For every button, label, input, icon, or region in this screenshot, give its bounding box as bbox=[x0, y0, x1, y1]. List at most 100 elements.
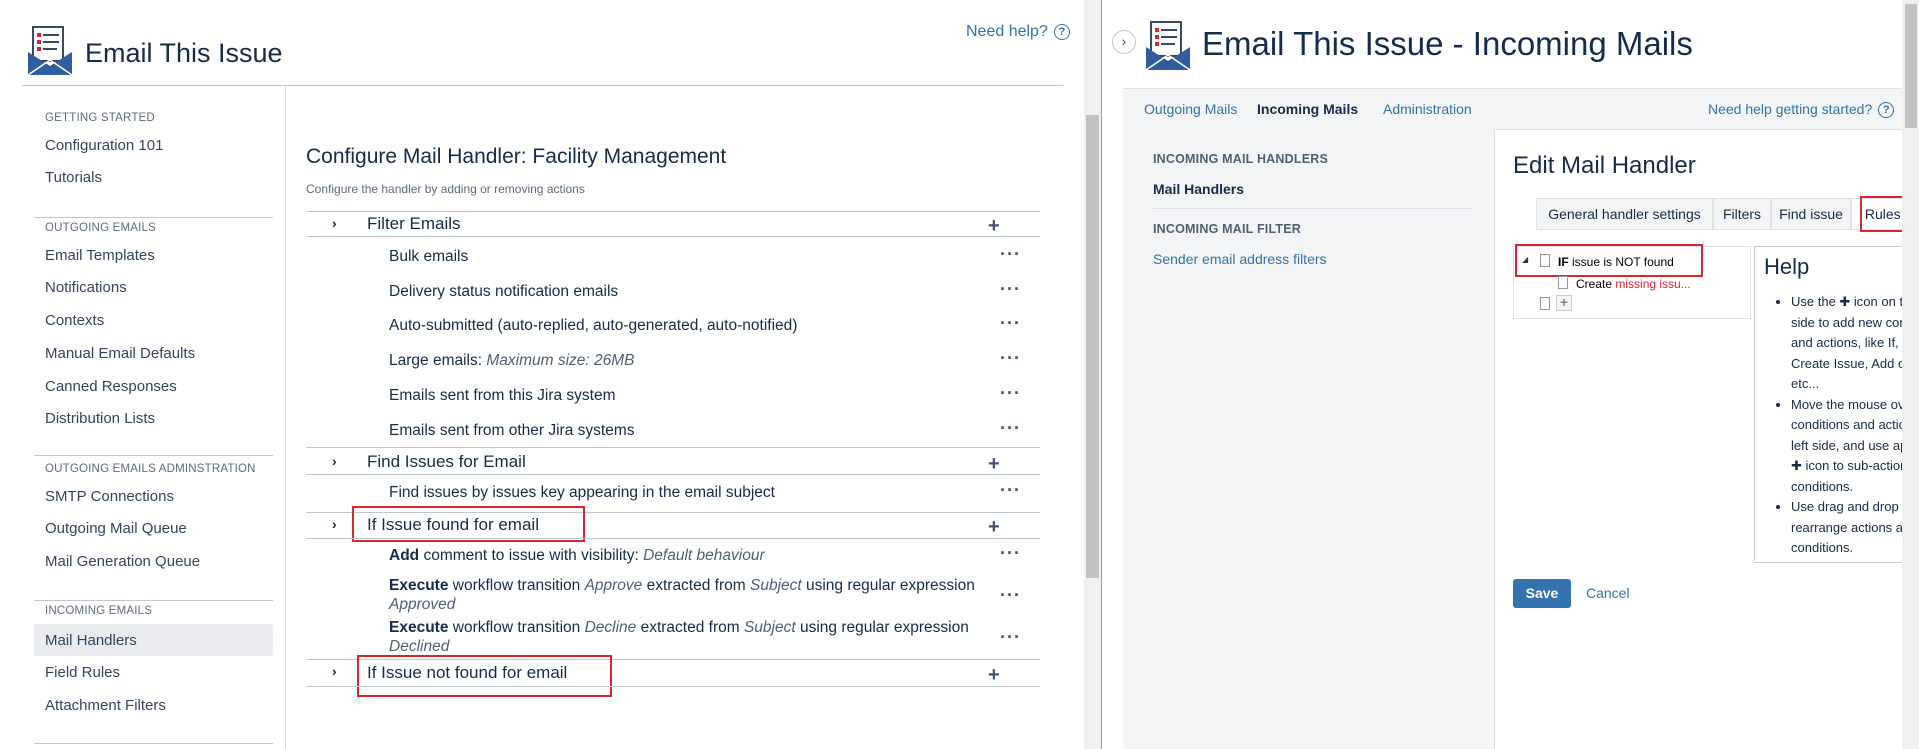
plus-icon[interactable]: + bbox=[988, 665, 1000, 685]
side-item-mail-handlers[interactable]: Mail Handlers bbox=[1153, 181, 1244, 197]
sidebar-item-smtp-connections[interactable]: SMTP Connections bbox=[45, 488, 174, 505]
need-help-label: Need help? bbox=[966, 23, 1048, 40]
collapse-chevron-icon[interactable]: › bbox=[1112, 30, 1136, 54]
document-icon bbox=[1558, 276, 1568, 289]
need-help-link[interactable]: Need help?? bbox=[966, 23, 1070, 41]
list-item: Add comment to issue with visibility: De… bbox=[389, 547, 765, 565]
action-missing: missing issu... bbox=[1615, 277, 1691, 291]
sidebar-item-outgoing-mail-queue[interactable]: Outgoing Mail Queue bbox=[45, 520, 187, 537]
action-text: using regular expression bbox=[795, 619, 969, 636]
help-list: Use the ✚ icon on the left side to add n… bbox=[1773, 292, 1919, 559]
more-dots-icon[interactable]: ··· bbox=[1000, 314, 1021, 332]
group-divider bbox=[306, 211, 1040, 212]
help-item: Use the ✚ icon on the left side to add n… bbox=[1791, 292, 1919, 395]
group-title-filter-emails: Filter Emails bbox=[367, 214, 461, 233]
group-title-if-issue-not-found: If Issue not found for email bbox=[367, 663, 568, 682]
edit-title: Edit Mail Handler bbox=[1513, 152, 1696, 179]
more-dots-icon[interactable]: ··· bbox=[1000, 586, 1021, 604]
more-dots-icon[interactable]: ··· bbox=[1000, 280, 1021, 298]
save-button[interactable]: Save bbox=[1513, 579, 1571, 608]
plus-icon[interactable]: + bbox=[988, 454, 1000, 474]
sidebar-item-canned-responses[interactable]: Canned Responses bbox=[45, 378, 177, 395]
row-label: Large emails: bbox=[389, 352, 483, 369]
group-divider bbox=[306, 447, 1040, 448]
tab-find-issue[interactable]: Find issue bbox=[1771, 198, 1851, 230]
more-dots-icon[interactable]: ··· bbox=[1000, 544, 1021, 562]
plus-icon[interactable]: + bbox=[988, 216, 1000, 236]
sidebar-divider bbox=[285, 86, 286, 749]
more-dots-icon[interactable]: ··· bbox=[1000, 419, 1021, 437]
action-value: Approve bbox=[584, 577, 643, 594]
more-dots-icon[interactable]: ··· bbox=[1000, 481, 1021, 499]
sidebar-item-attachment-filters[interactable]: Attachment Filters bbox=[45, 697, 166, 714]
sidebar-heading: GETTING STARTED bbox=[45, 112, 155, 124]
action-value: Subject bbox=[743, 619, 796, 636]
side-heading: INCOMING MAIL FILTER bbox=[1153, 222, 1301, 236]
sidebar-item-notifications[interactable]: Notifications bbox=[45, 279, 127, 296]
help-title: Help bbox=[1764, 254, 1810, 279]
tab-general-handler-settings[interactable]: General handler settings bbox=[1536, 198, 1713, 230]
tree-toggle-icon[interactable]: ◢ bbox=[1522, 255, 1528, 264]
sidebar-item-mail-generation-queue[interactable]: Mail Generation Queue bbox=[45, 553, 200, 570]
list-item: Execute workflow transition Decline extr… bbox=[389, 618, 979, 656]
side-separator bbox=[1153, 208, 1473, 209]
sidebar-item-distribution-lists[interactable]: Distribution Lists bbox=[45, 410, 155, 427]
config-subtitle: Configure the handler by adding or remov… bbox=[306, 182, 585, 196]
help-getting-started-link[interactable]: Need help getting started?? bbox=[1708, 101, 1895, 118]
scrollbar-thumb[interactable] bbox=[1086, 115, 1099, 578]
sidebar-separator bbox=[34, 743, 273, 744]
email-issue-logo-icon bbox=[1145, 21, 1191, 71]
list-item: Large emails: Maximum size: 26MB bbox=[389, 352, 635, 370]
chevron-right-icon[interactable]: › bbox=[332, 453, 337, 469]
help-circle-icon: ? bbox=[1878, 102, 1895, 118]
action-text: extracted from bbox=[636, 619, 744, 636]
document-icon bbox=[1540, 254, 1550, 267]
group-divider bbox=[306, 538, 1040, 539]
more-dots-icon[interactable]: ··· bbox=[1000, 384, 1021, 402]
chevron-right-icon[interactable]: › bbox=[332, 663, 337, 679]
more-dots-icon[interactable]: ··· bbox=[1000, 628, 1021, 646]
tab-incoming-mails[interactable]: Incoming Mails bbox=[1257, 101, 1358, 117]
plus-icon[interactable]: + bbox=[1556, 295, 1572, 311]
help-circle-icon: ? bbox=[1053, 24, 1070, 40]
sidebar-heading: OUTGOING EMAILS ADMINSTRATION bbox=[45, 463, 256, 475]
tree-action[interactable]: Create missing issu... bbox=[1576, 277, 1691, 291]
sidebar-item-tutorials[interactable]: Tutorials bbox=[45, 169, 102, 186]
tree-condition[interactable]: IF issue is NOT found bbox=[1558, 255, 1674, 269]
tab-administration[interactable]: Administration bbox=[1383, 101, 1472, 117]
app-title: Email This Issue bbox=[85, 38, 283, 68]
tab-filters[interactable]: Filters bbox=[1713, 198, 1771, 230]
document-icon bbox=[1540, 297, 1550, 310]
help-started-label: Need help getting started? bbox=[1708, 101, 1873, 117]
help-item: Use drag and drop to rearrange actions a… bbox=[1791, 497, 1919, 559]
sidebar-item-field-rules[interactable]: Field Rules bbox=[45, 664, 120, 681]
group-divider bbox=[306, 686, 1040, 687]
action-value: Decline bbox=[584, 619, 637, 636]
sidebar-item-mail-handlers[interactable]: Mail Handlers bbox=[45, 632, 137, 649]
action-text: comment to issue with visibility: bbox=[419, 547, 644, 564]
config-title: Configure Mail Handler: Facility Managem… bbox=[306, 145, 727, 168]
chevron-right-icon[interactable]: › bbox=[332, 516, 337, 532]
list-item: Execute workflow transition Approve extr… bbox=[389, 576, 979, 614]
plus-icon[interactable]: + bbox=[988, 517, 1000, 537]
list-item: Bulk emails bbox=[389, 248, 469, 265]
side-item-sender-filters[interactable]: Sender email address filters bbox=[1153, 251, 1327, 267]
sidebar-item-contexts[interactable]: Contexts bbox=[45, 312, 104, 329]
group-divider bbox=[306, 474, 1040, 475]
list-item: Emails sent from other Jira systems bbox=[389, 422, 635, 439]
tab-outgoing-mails[interactable]: Outgoing Mails bbox=[1144, 101, 1237, 117]
more-dots-icon[interactable]: ··· bbox=[1000, 245, 1021, 263]
row-value: Maximum size: 26MB bbox=[486, 352, 635, 369]
chevron-right-icon[interactable]: › bbox=[332, 215, 337, 231]
scrollbar-thumb[interactable] bbox=[1905, 4, 1917, 128]
sidebar-separator bbox=[34, 217, 273, 218]
sidebar-item-email-templates[interactable]: Email Templates bbox=[45, 247, 155, 264]
sidebar-item-manual-email-defaults[interactable]: Manual Email Defaults bbox=[45, 345, 195, 362]
sidebar-item-configuration-101[interactable]: Configuration 101 bbox=[45, 137, 163, 154]
left-window: Email This Issue Need help?? GETTING STA… bbox=[0, 0, 1084, 749]
cancel-link[interactable]: Cancel bbox=[1586, 585, 1630, 601]
action-text: using regular expression bbox=[801, 577, 975, 594]
action-text: workflow transition bbox=[448, 619, 585, 636]
action-prefix: Create bbox=[1576, 277, 1616, 291]
more-dots-icon[interactable]: ··· bbox=[1000, 349, 1021, 367]
